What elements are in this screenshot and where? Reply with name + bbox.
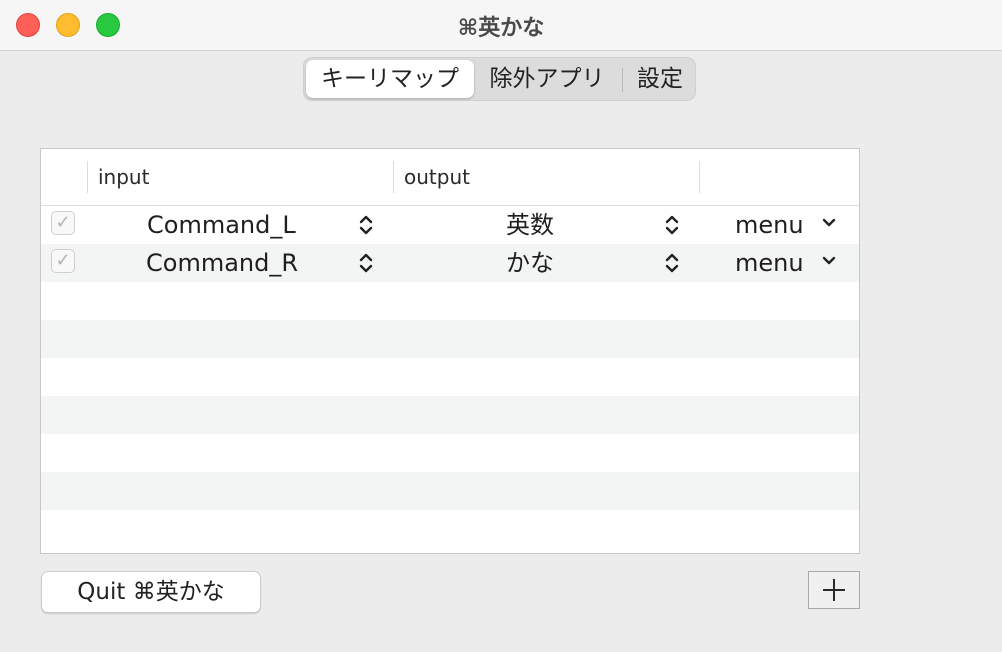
tab-bar: キーリマップ 除外アプリ 設定: [303, 57, 696, 101]
enabled-checkbox[interactable]: ✓: [51, 249, 75, 273]
table-row[interactable]: ✓ Command_R かな menu: [41, 244, 859, 282]
updown-chevron-icon[interactable]: [358, 252, 374, 274]
column-divider: [87, 161, 88, 193]
empty-row: [41, 510, 859, 548]
empty-row: [41, 434, 859, 472]
menu-popup[interactable]: menu: [735, 248, 804, 278]
add-row-button[interactable]: [808, 571, 860, 609]
tab-divider: [622, 68, 623, 92]
empty-row: [41, 282, 859, 320]
table-row[interactable]: ✓ Command_L 英数 menu: [41, 206, 859, 244]
column-header-output[interactable]: output: [404, 165, 470, 189]
table-header: input output: [41, 149, 859, 206]
output-key-select[interactable]: 英数: [506, 210, 554, 240]
empty-row: [41, 472, 859, 510]
enabled-checkbox[interactable]: ✓: [51, 211, 75, 235]
column-header-input[interactable]: input: [98, 165, 149, 189]
plus-icon: [823, 579, 845, 601]
quit-button[interactable]: Quit ⌘英かな: [41, 571, 261, 613]
output-key-select[interactable]: かな: [506, 248, 554, 278]
empty-row: [41, 396, 859, 434]
input-key-select[interactable]: Command_R: [146, 248, 298, 278]
window-title: ⌘英かな: [457, 16, 545, 41]
column-divider: [393, 161, 394, 193]
empty-row: [41, 358, 859, 396]
tab-excluded-apps[interactable]: 除外アプリ: [476, 60, 618, 98]
tab-key-remap[interactable]: キーリマップ: [306, 60, 474, 98]
empty-row: [41, 320, 859, 358]
chevron-down-icon[interactable]: [821, 216, 837, 230]
menu-popup[interactable]: menu: [735, 210, 804, 240]
column-divider: [699, 161, 700, 193]
tab-settings[interactable]: 設定: [626, 60, 694, 98]
chevron-down-icon[interactable]: [821, 254, 837, 268]
app-window: ⌘英かな キーリマップ 除外アプリ 設定 input output ✓ Comm…: [0, 0, 1002, 652]
title-bar: ⌘英かな: [0, 0, 1002, 51]
updown-chevron-icon[interactable]: [664, 252, 680, 274]
remap-table: input output ✓ Command_L 英数 menu ✓ Comma…: [40, 148, 860, 554]
updown-chevron-icon[interactable]: [358, 214, 374, 236]
updown-chevron-icon[interactable]: [664, 214, 680, 236]
input-key-select[interactable]: Command_L: [147, 210, 296, 240]
